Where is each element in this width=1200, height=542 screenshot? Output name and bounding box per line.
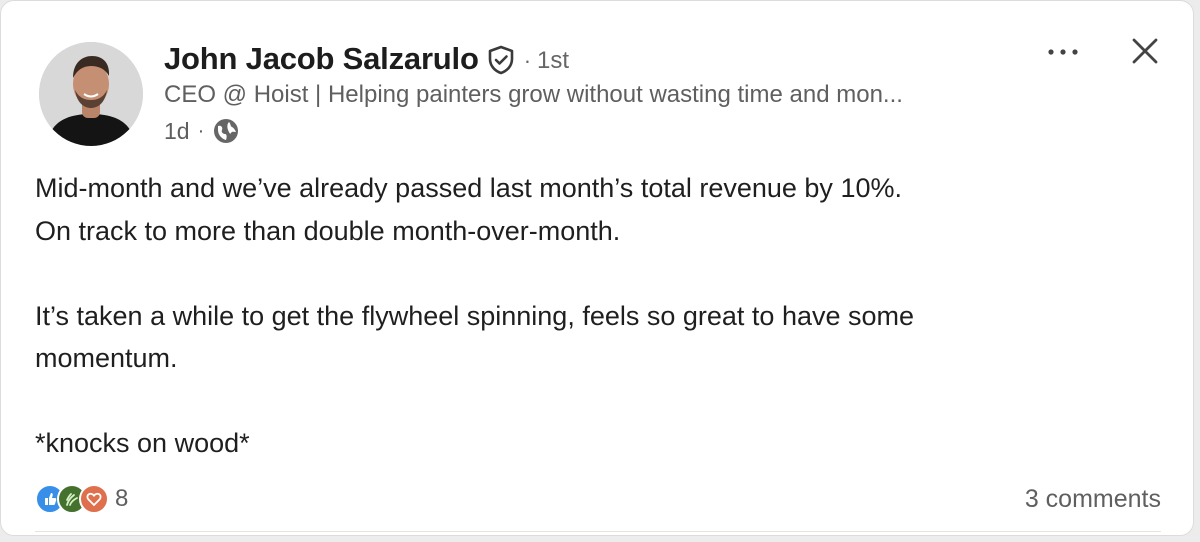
post-text-line: *knocks on wood* (35, 428, 250, 458)
post-time: 1d (164, 117, 190, 144)
post-text-line: momentum. (35, 343, 178, 373)
author-name[interactable]: John Jacob Salzarulo (164, 41, 479, 77)
post-card: John Jacob Salzarulo · 1st CEO @ Hoist |… (0, 0, 1194, 536)
reaction-count: 8 (115, 485, 129, 512)
close-button[interactable] (1123, 31, 1167, 75)
reactions-summary[interactable]: 8 (35, 484, 128, 514)
comments-link[interactable]: 3 comments (1025, 485, 1161, 514)
love-icon (79, 484, 109, 514)
author-name-row: John Jacob Salzarulo · 1st (164, 39, 569, 79)
post-meta: 1d · (164, 115, 240, 147)
close-icon (1131, 37, 1159, 70)
degree-separator: · (523, 48, 532, 73)
verified-shield-icon (486, 45, 516, 75)
post-text-line: It’s taken a while to get the flywheel s… (35, 300, 915, 331)
author-avatar[interactable] (39, 42, 143, 146)
avatar-photo (39, 42, 143, 146)
post-text-line: Mid-month and we’ve already passed last … (35, 173, 902, 203)
social-counts: 8 3 comments (35, 479, 1161, 519)
more-options-button[interactable] (1041, 31, 1085, 75)
meta-separator: · (197, 119, 205, 142)
connection-degree: 1st (537, 47, 570, 74)
author-headline: CEO @ Hoist | Helping painters grow with… (164, 81, 903, 108)
globe-icon (212, 117, 240, 145)
post-body: Mid-month and we’ve already passed last … (35, 167, 1135, 465)
divider (35, 531, 1161, 532)
post-text-line: On track to more than double month-over-… (35, 215, 621, 246)
more-options-icon (1045, 44, 1081, 62)
